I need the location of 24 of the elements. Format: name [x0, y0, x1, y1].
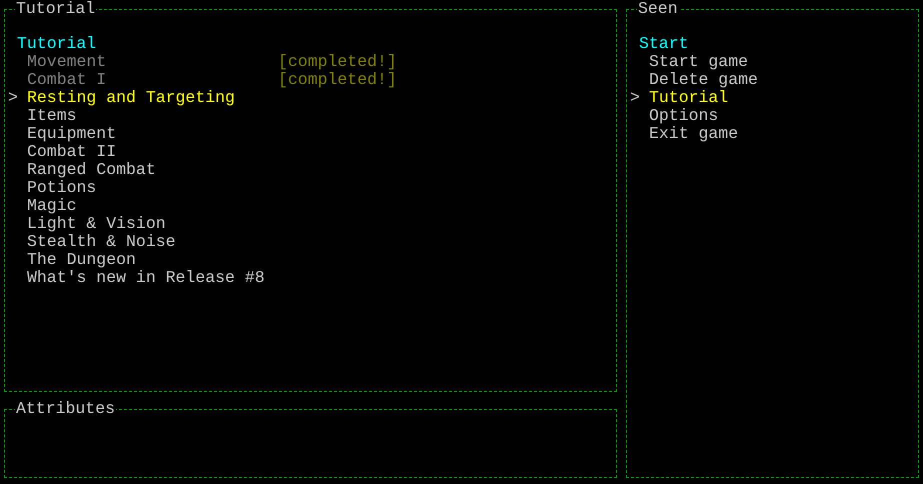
menu-item[interactable]: Light & Vision [27, 215, 278, 233]
menu-heading: Start [639, 34, 689, 53]
menu-heading: Tutorial [17, 34, 96, 53]
menu-item[interactable]: Equipment [27, 125, 278, 143]
menu-item[interactable]: Combat I [27, 71, 278, 89]
cursor-marker: > [630, 89, 640, 107]
menu-item[interactable]: Ranged Combat [27, 161, 278, 179]
menu-item[interactable]: Stealth & Noise [27, 233, 278, 251]
completed-tag: [completed!] [278, 71, 397, 89]
menu-item[interactable]: Options [649, 107, 718, 125]
menu-item[interactable]: Delete game [649, 71, 758, 89]
menu-item[interactable]: Combat II [27, 143, 278, 161]
completed-tag: [completed!] [278, 53, 397, 71]
menu-item[interactable]: Items [27, 107, 278, 125]
menu-item[interactable]: Start game [649, 53, 748, 71]
menu-item[interactable]: Movement [27, 53, 278, 71]
menu-item[interactable]: Exit game [649, 125, 738, 143]
menu-item[interactable]: Magic [27, 197, 278, 215]
menu-item[interactable]: What's new in Release #8 [27, 269, 278, 287]
menu-item[interactable]: Resting and Targeting [27, 89, 278, 107]
menu-item[interactable]: Tutorial [649, 89, 728, 107]
menu-item[interactable]: Potions [27, 179, 278, 197]
menu-item[interactable]: The Dungeon [27, 251, 278, 269]
cursor-marker: > [8, 89, 18, 107]
